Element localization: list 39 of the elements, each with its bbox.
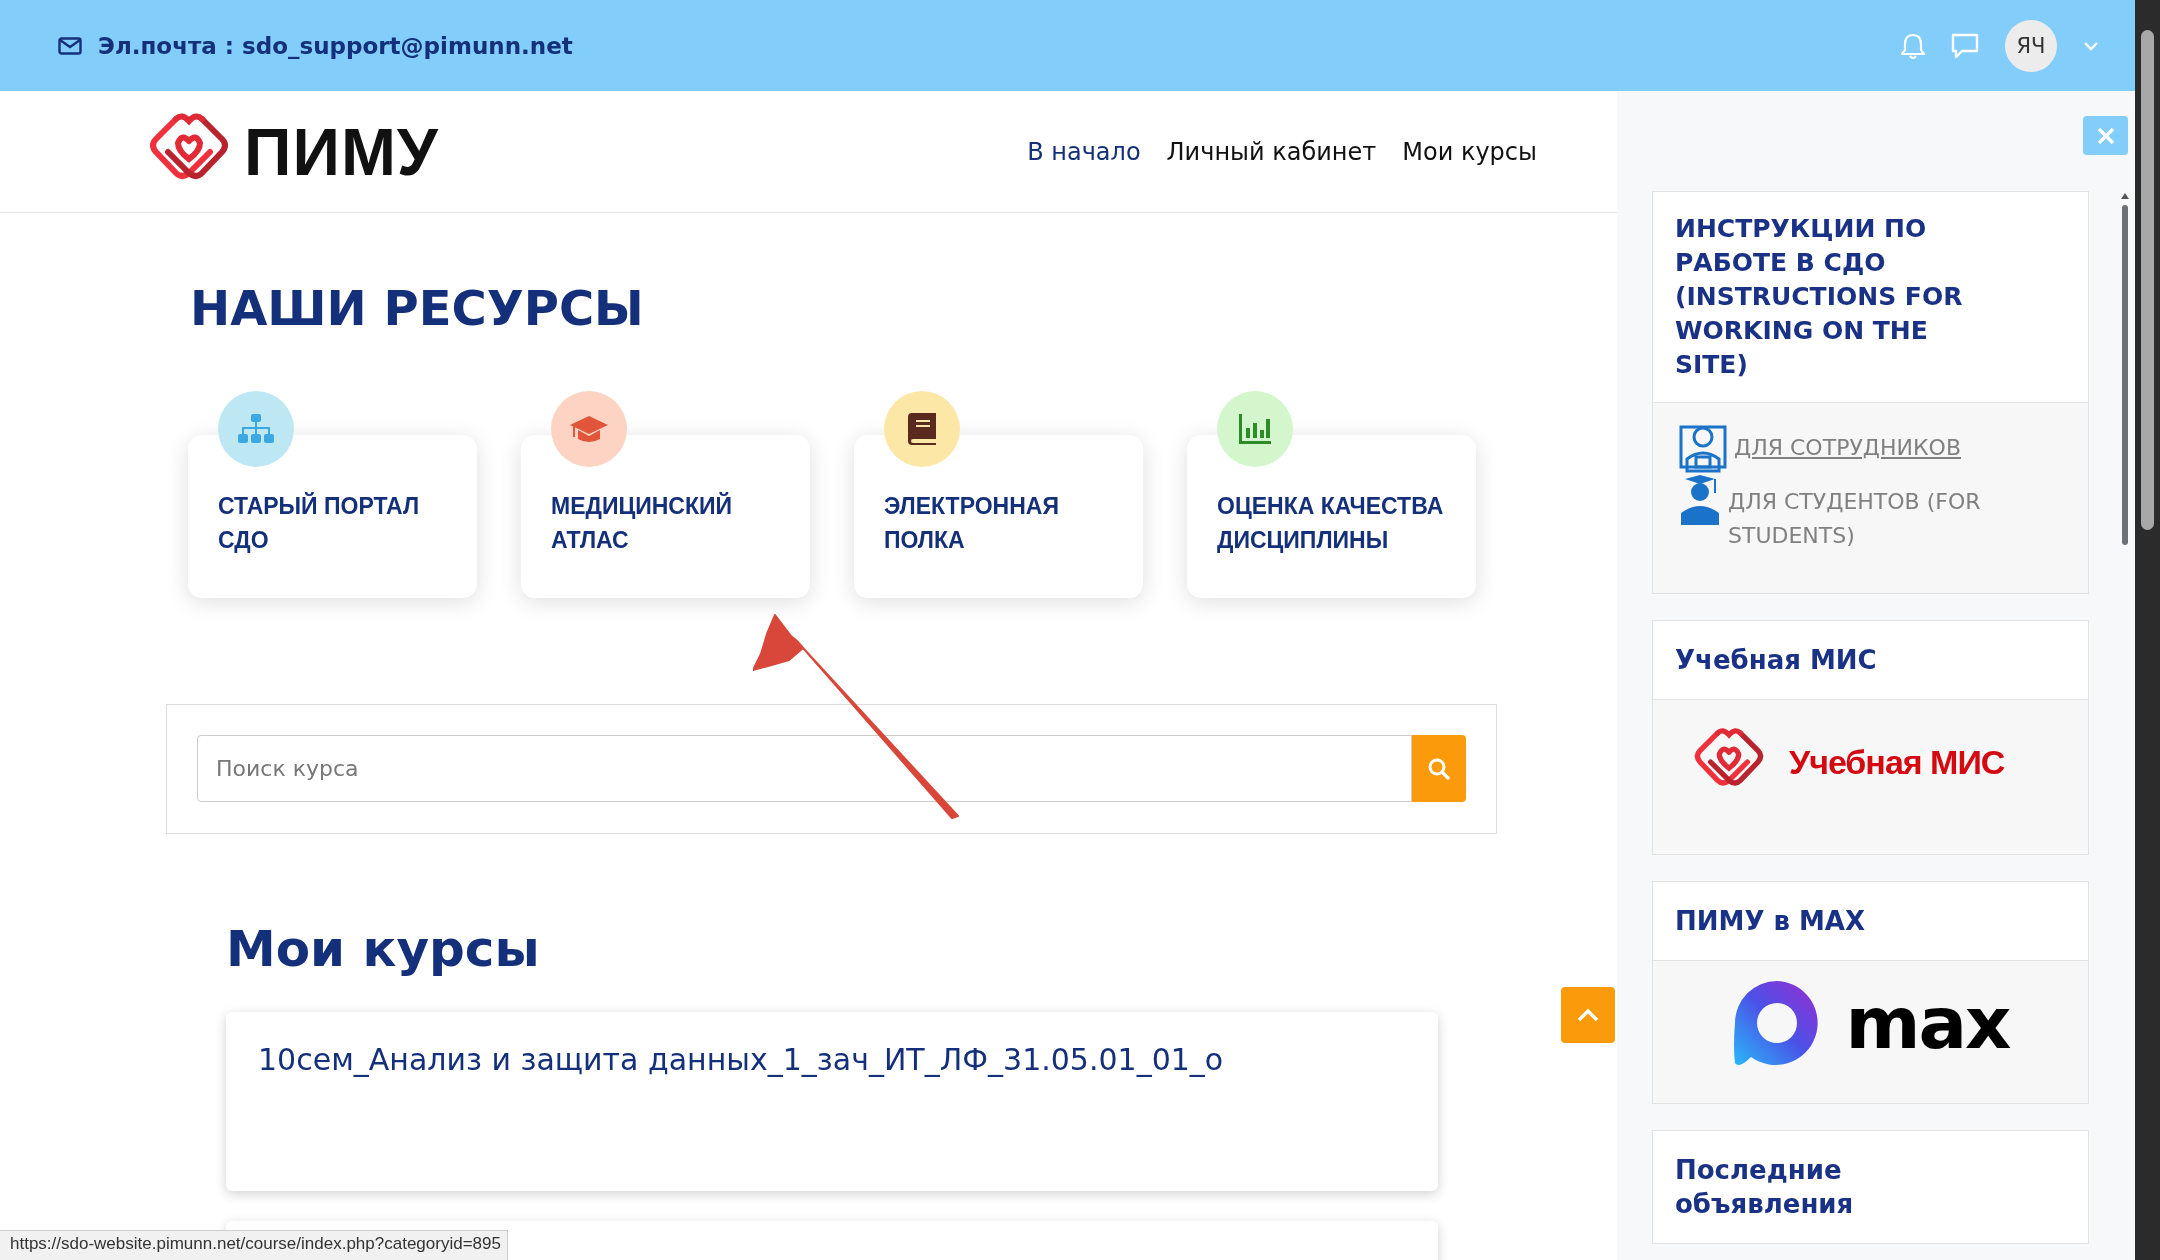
instruction-link[interactable]: ДЛЯ СТУДЕНТОВ (FOR STUDENTS) — [1728, 485, 2028, 553]
block-title: ИНСТРУКЦИИ ПО РАБОТЕ В СДО (INSTRUCTIONS FOR WORKING ON THE SITE) — [1674, 213, 1964, 381]
search-icon — [1428, 757, 1450, 780]
scroll-top-button[interactable] — [1561, 987, 1615, 1043]
bell-icon[interactable] — [1901, 32, 1925, 59]
envelope-icon — [58, 36, 82, 55]
course-card[interactable]: 10сем_Анализ и защита данных_1_зач_ИТ_ЛФ_31.05.01_01_о — [226, 1012, 1438, 1191]
block-title: Последние объявления — [1674, 1154, 1855, 1221]
search-button[interactable] — [1412, 735, 1466, 802]
resource-card[interactable]: ЭЛЕКТРОННАЯ ПОЛКА — [854, 435, 1143, 598]
instruction-link[interactable]: ДЛЯ СОТРУДНИКОВ — [1734, 431, 1961, 465]
course-link[interactable]: 10сем_Анализ и защита данных_1_зач_ИТ_ЛФ_31.05.01_01_о — [258, 1042, 1224, 1077]
block-title: ПИМУ в MAX — [1674, 905, 1867, 938]
section-title: НАШИ РЕСУРСЫ — [190, 280, 645, 336]
nav-link[interactable]: Мои курсы — [1402, 137, 1537, 166]
resource-card[interactable]: ОЦЕНКА КАЧЕСТВА ДИСЦИПЛИНЫ — [1187, 435, 1476, 598]
section-title: Мои курсы — [226, 920, 541, 978]
resource-card[interactable]: МЕДИЦИНСКИЙ АТЛАС — [521, 435, 810, 598]
student-icon — [1679, 475, 1721, 525]
close-icon — [2096, 126, 2115, 145]
scrollbar-thumb[interactable] — [2141, 30, 2154, 530]
logo-text[interactable]: ПИМУ — [244, 113, 439, 190]
chevron-up-icon — [1577, 1008, 1599, 1022]
email-label: Эл.почта : sdo_support@pimunn.net — [98, 32, 573, 59]
status-bar-url: https://sdo-website.pimunn.net/course/index.php?categoryid=895 — [0, 1230, 508, 1260]
bar-chart-icon — [1239, 414, 1271, 444]
nav-link[interactable]: В начало — [1027, 137, 1141, 166]
sitemap-icon — [238, 414, 274, 444]
nav-link[interactable]: Личный кабинет — [1166, 137, 1377, 166]
user-avatar[interactable]: ЯЧ — [2005, 19, 2057, 72]
close-button[interactable] — [2083, 116, 2128, 155]
search-field[interactable]: Поиск курса — [197, 735, 1412, 802]
graduation-cap-icon — [570, 414, 608, 444]
book-icon — [908, 413, 936, 445]
mis-logo-text[interactable]: Учебная МИС — [1789, 742, 2005, 782]
block-title: Учебная МИС — [1674, 644, 1878, 677]
chevron-down-icon[interactable] — [2083, 40, 2099, 51]
resource-card[interactable]: СТАРЫЙ ПОРТАЛ СДО — [188, 435, 477, 598]
chat-icon[interactable] — [1951, 32, 1979, 59]
